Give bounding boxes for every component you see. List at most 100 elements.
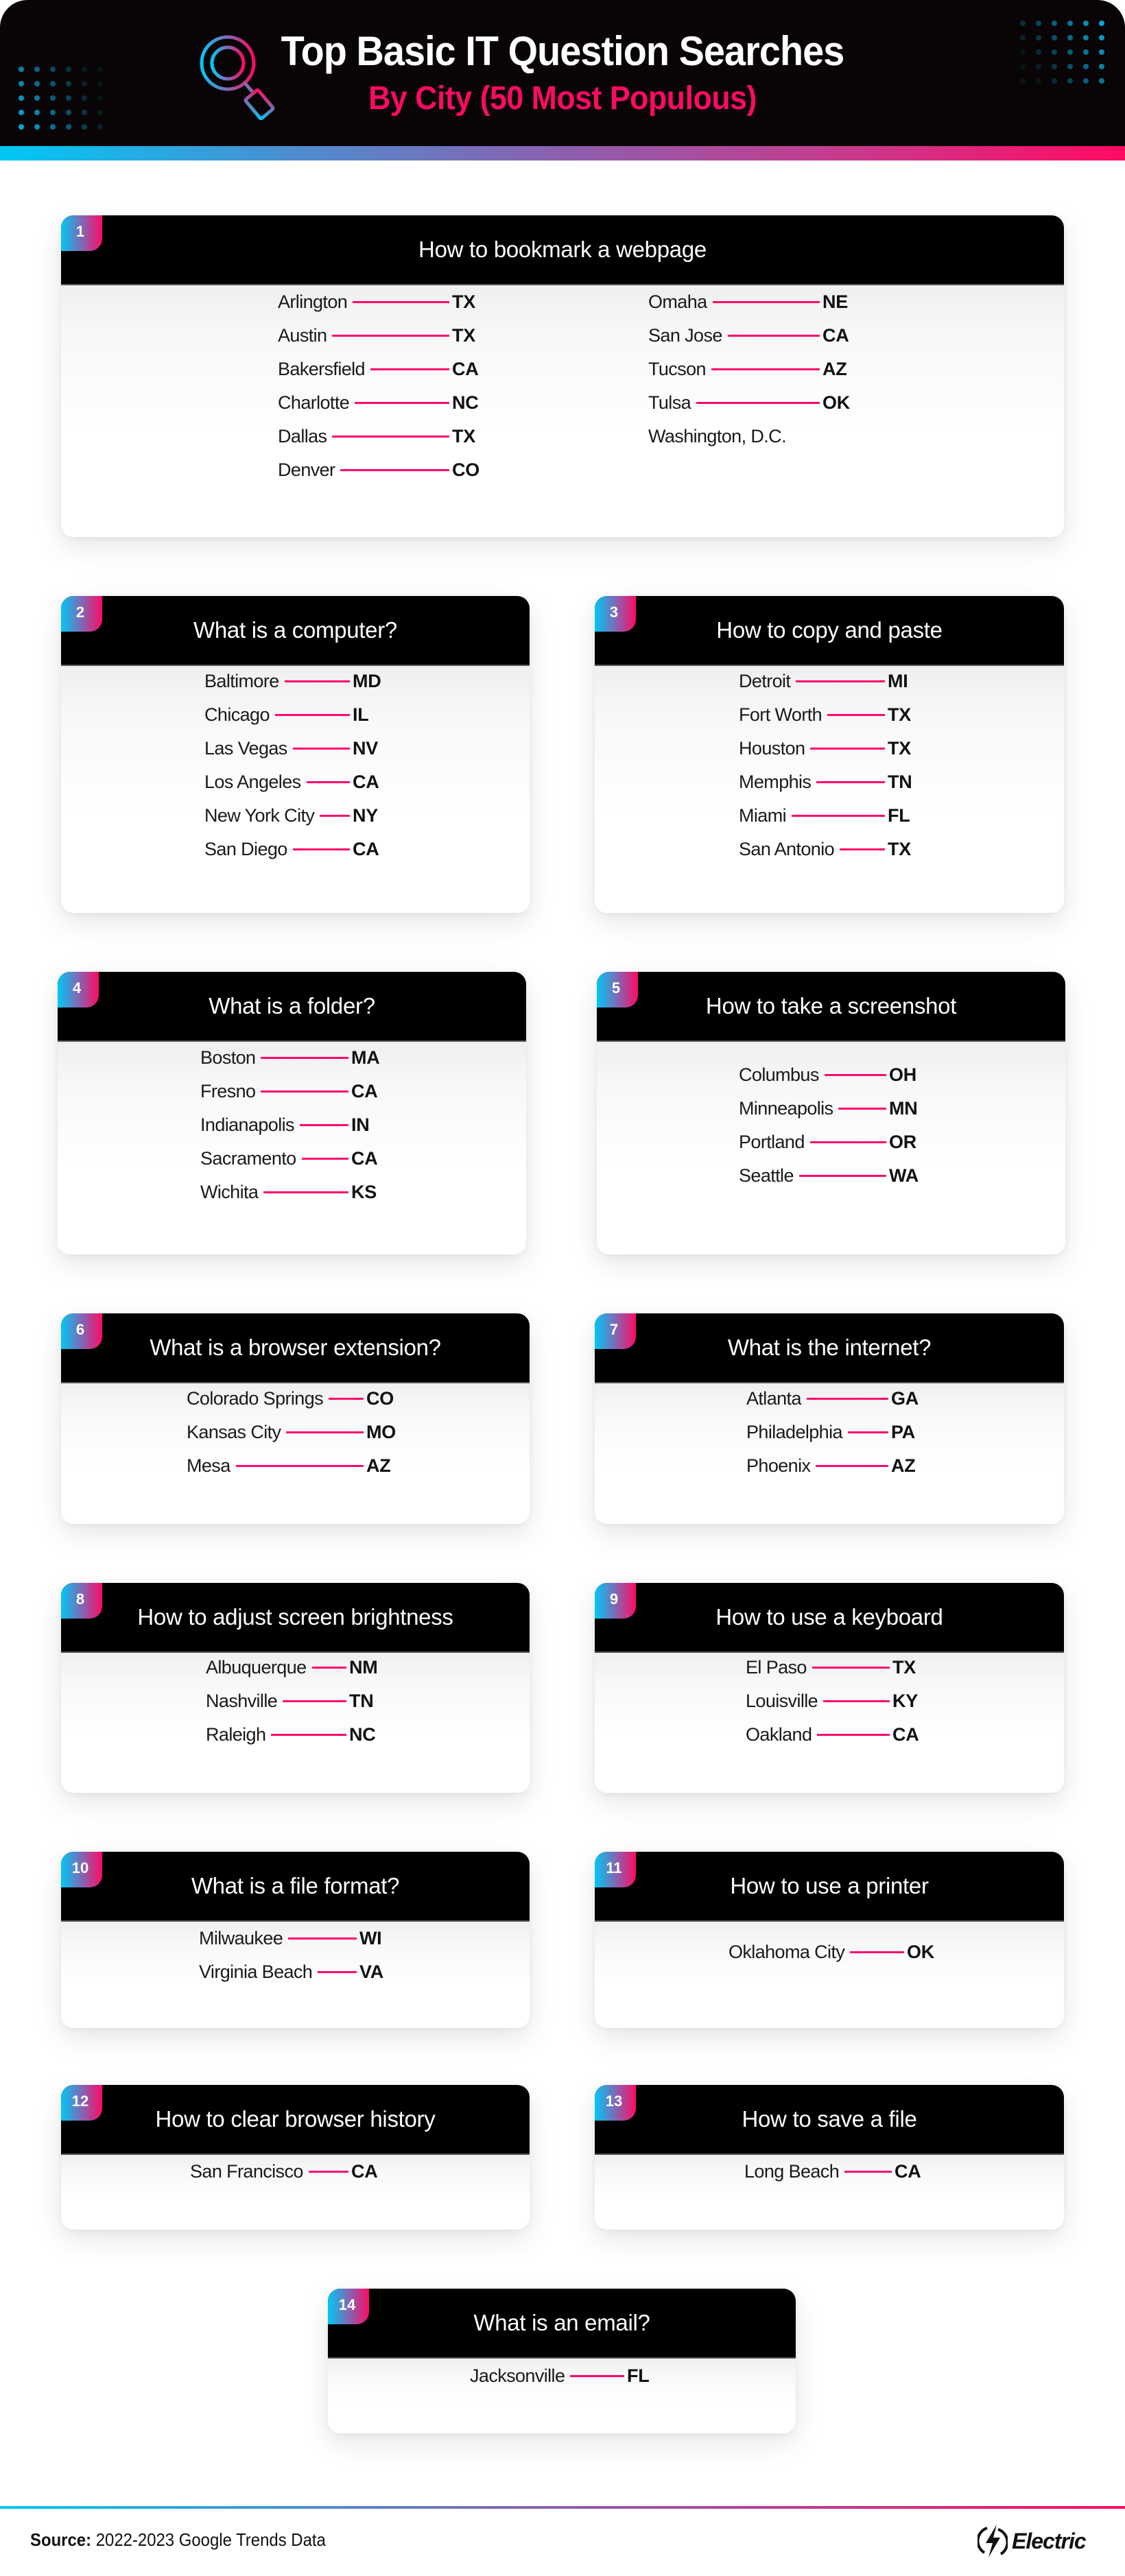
city-name: Las Vegas [204,738,287,759]
connector-line [329,1398,364,1400]
connector-line [292,748,350,750]
connector-line [284,680,350,682]
city-name: Arlington [278,291,348,312]
city-name: Jacksonville [470,2365,565,2386]
connector-line [570,2375,624,2377]
city-name: Portland [739,1132,805,1152]
state-code: KY [892,1691,918,1711]
state-code: WA [889,1165,919,1186]
city-name: Oakland [746,1724,812,1745]
connector-line [355,402,449,404]
city-row: Wichita KS [200,1176,381,1209]
state-code: NM [349,1657,378,1678]
city-row: Louisville KY [746,1684,923,1718]
city-name: Miami [739,805,787,826]
source-label: Source: [30,2529,92,2550]
connector-line [823,1700,890,1702]
question-card: How to bookmark a webpage 1 Arlington TX Aus… [61,215,1064,537]
city-row: Omaha NE [648,285,853,319]
rank-badge: 6 [61,1313,102,1349]
connector-line [271,1734,346,1736]
connector-line [370,368,449,370]
state-code: NV [353,738,378,759]
card-question-title: What is the internet? [727,1335,932,1360]
card-question-title: What is a file format? [191,1873,400,1898]
connector-line [809,1141,886,1143]
card-header: What is a file format? [61,1852,530,1922]
card-header: How to save a file [595,2085,1064,2155]
city-row: Oakland CA [746,1718,923,1752]
question-card: How to use a keyboard 9 El Paso TX Louisvill… [595,1583,1064,1793]
city-name: San Francisco [190,2161,303,2182]
rank-badge: 2 [61,596,102,632]
state-code: TX [452,325,475,346]
state-code: MN [889,1098,918,1119]
state-code: CA [822,325,849,346]
state-code: AZ [822,359,847,379]
source-note: Source: 2022-2023 Google Trends Data [30,2529,326,2551]
decorative-dot [1099,78,1104,84]
rank-badge: 4 [58,972,99,1007]
decorative-dot [97,124,103,130]
footer-gradient-divider [0,2506,1125,2509]
state-code: TN [349,1691,374,1711]
city-name: Milwaukee [199,1928,283,1948]
city-name: Fresno [200,1081,256,1101]
city-list: Detroit MI Fort Worth TX Houston TX Memphis TN M… [739,665,918,866]
decorative-dot [1099,35,1104,40]
city-row: Indianapolis IN [200,1108,381,1142]
state-code: CA [353,839,379,859]
city-name: New York City [204,805,315,826]
city-row: Oklahoma City OK [729,1935,937,1969]
card-question-title: How to adjust screen brightness [137,1604,453,1630]
connector-line [320,815,350,817]
decorative-dot [19,95,24,101]
page-title: Top Basic IT Question Searches [281,28,845,74]
question-card: What is a folder? 4 Boston MA Fresno CA Indian… [58,972,526,1254]
connector-line [711,368,820,370]
state-code: TX [452,291,475,312]
state-code: OK [907,1942,934,1962]
city-name: San Jose [648,325,722,346]
state-code: TX [892,1657,916,1678]
decorative-dot [1020,21,1026,26]
decorative-dot [1099,64,1104,69]
state-code: TX [888,738,911,759]
state-code: CA [351,2161,378,2182]
city-name: Kansas City [187,1422,281,1442]
city-name: Seattle [739,1165,794,1186]
city-row: Raleigh NC [206,1718,379,1752]
card-header: How to copy and paste [595,596,1064,666]
question-card: How to save a file 13 Long Beach CA [595,2085,1064,2230]
city-row: Arlington TX [278,285,482,319]
city-name: Tucson [648,359,707,379]
state-code: MA [351,1047,380,1068]
state-code: CA [895,2161,921,2182]
question-card: What is a browser extension? 6 Colorado Sp… [61,1313,530,1524]
city-name: San Antonio [739,839,835,859]
city-row: Sacramento CA [200,1142,381,1176]
city-list: Albuquerque NM Nashville TN Raleigh NC [206,1651,379,1752]
card-header: What is a computer? [61,596,530,666]
lightning-bolt-icon [978,2525,1008,2557]
city-row: San Francisco CA [190,2155,381,2189]
city-name: Austin [278,325,327,346]
city-row: Seattle WA [739,1159,919,1193]
header-banner: Top Basic IT Question Searches By City (… [0,0,1125,146]
city-name: Detroit [739,671,791,691]
question-card: How to copy and paste 3 Detroit MI Fort Wort… [595,596,1064,913]
card-question-title: How to use a printer [730,1873,929,1898]
state-code: NC [349,1724,376,1745]
connector-line [812,1667,890,1669]
city-list: Colorado Springs CO Kansas City MO Mesa AZ [187,1382,396,1483]
rank-badge: 3 [595,596,636,632]
connector-line [332,436,449,438]
city-name: Chicago [204,704,270,725]
state-code: CO [366,1388,394,1409]
state-code: MD [353,671,381,691]
connector-line [283,1700,346,1702]
card-header: What is the internet? [595,1313,1064,1383]
state-code: AZ [891,1455,916,1476]
state-code: TX [888,839,911,859]
city-list: Arlington TX Austin TX Bakersfield CA Charlott… [278,285,482,487]
